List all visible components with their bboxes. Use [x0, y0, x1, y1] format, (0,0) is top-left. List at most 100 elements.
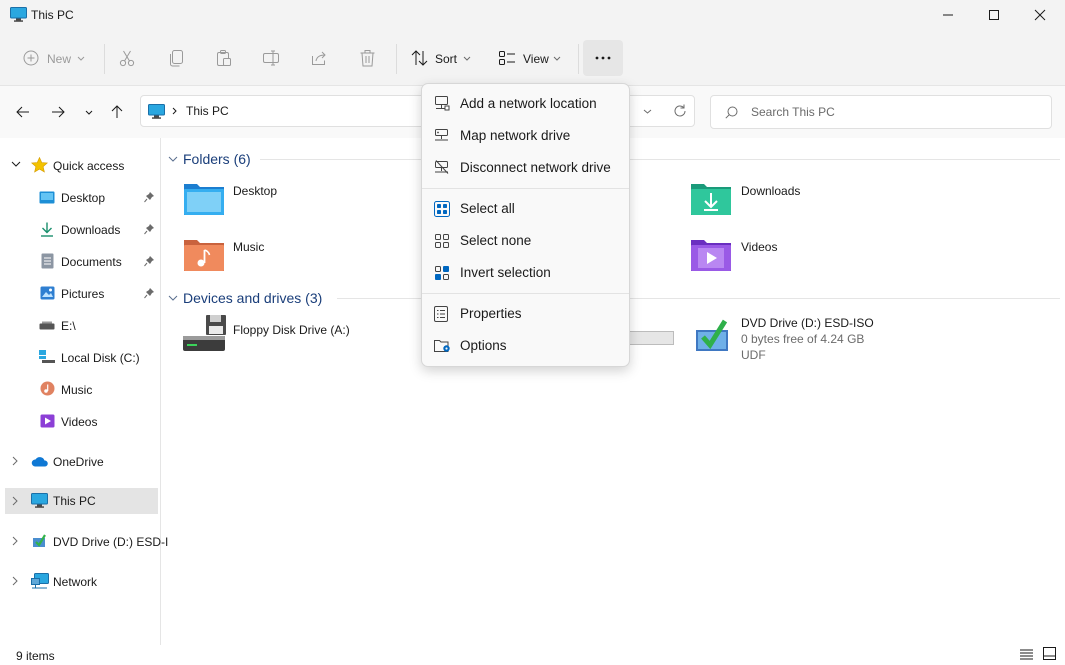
disconnect-network-drive-icon: [434, 160, 450, 175]
delete-button[interactable]: [356, 43, 380, 75]
sidebar-item-videos[interactable]: Videos: [0, 409, 160, 435]
sort-button[interactable]: Sort: [408, 43, 474, 75]
new-button[interactable]: New: [20, 43, 90, 75]
view-button[interactable]: View: [496, 43, 566, 75]
sidebar-item-music[interactable]: Music: [0, 377, 160, 403]
menu-item-options[interactable]: Options: [426, 330, 625, 360]
toolbar-separator: [104, 44, 105, 74]
minimize-button[interactable]: [925, 0, 971, 31]
back-button[interactable]: [12, 101, 34, 123]
details-view-icon[interactable]: [1020, 648, 1033, 660]
menu-item-disconnect-network-drive[interactable]: Disconnect network drive: [426, 152, 625, 182]
menu-item-invert-selection[interactable]: Invert selection: [426, 257, 625, 287]
sidebar-item-documents[interactable]: Documents: [0, 249, 160, 275]
sidebar-item-e-drive[interactable]: E:\: [0, 313, 160, 339]
sidebar-item-label: Desktop: [61, 191, 106, 205]
menu-item-label: Options: [460, 338, 507, 353]
share-button[interactable]: [308, 43, 332, 75]
videos-folder-icon: [690, 236, 732, 272]
menu-item-properties[interactable]: Properties: [426, 298, 625, 328]
chevron-right-icon[interactable]: [12, 576, 18, 586]
rename-button[interactable]: [260, 43, 284, 75]
sort-icon: [411, 50, 428, 66]
toolbar-separator: [578, 44, 579, 74]
cut-button[interactable]: [116, 43, 140, 75]
refresh-icon[interactable]: [673, 104, 687, 118]
folder-tile-downloads[interactable]: Downloads: [688, 180, 918, 220]
drive-label: DVD Drive (D:) ESD-ISO: [741, 316, 874, 330]
drive-tile-dvd[interactable]: DVD Drive (D:) ESD-ISO 0 bytes free of 4…: [688, 314, 928, 364]
drive-file-system: UDF: [741, 348, 766, 362]
search-icon: [725, 106, 738, 119]
toolbar-separator: [396, 44, 397, 74]
this-pc-icon: [31, 493, 48, 508]
chevron-right-icon[interactable]: [12, 536, 18, 546]
more-dots-icon: [595, 56, 611, 60]
desktop-icon: [39, 191, 55, 204]
paste-button[interactable]: [212, 43, 236, 75]
search-input[interactable]: Search This PC: [751, 105, 835, 119]
arrow-right-icon: [51, 106, 65, 118]
menu-item-label: Map network drive: [460, 128, 571, 143]
dvd-drive-icon: [694, 318, 730, 352]
sidebar-item-network[interactable]: Network: [0, 569, 160, 595]
sidebar-item-label: Documents: [61, 255, 122, 269]
sidebar-item-quick-access[interactable]: Quick access: [0, 153, 160, 179]
sidebar-item-label: Quick access: [53, 159, 125, 173]
folder-tile-videos[interactable]: Videos: [688, 236, 918, 276]
folder-tile-music[interactable]: Music: [180, 236, 410, 276]
local-disk-icon: [39, 350, 55, 363]
folder-tile-desktop[interactable]: Desktop: [180, 180, 410, 220]
menu-item-add-network-location[interactable]: Add a network location: [426, 88, 625, 118]
chevron-down-icon[interactable]: [11, 161, 21, 167]
sidebar-item-pictures[interactable]: Pictures: [0, 281, 160, 307]
breadcrumb-this-pc[interactable]: This PC: [186, 104, 229, 118]
drive-label: Floppy Disk Drive (A:): [233, 323, 350, 337]
sidebar-item-dvd-drive[interactable]: DVD Drive (D:) ESD-I: [0, 529, 168, 555]
recent-locations-button[interactable]: [79, 101, 101, 123]
arrow-left-icon: [16, 106, 30, 118]
large-icons-view-icon[interactable]: [1043, 647, 1056, 660]
menu-item-label: Disconnect network drive: [460, 160, 611, 175]
drive-usage-bar: [628, 331, 674, 345]
close-button[interactable]: [1017, 0, 1063, 31]
search-box[interactable]: Search This PC: [710, 95, 1052, 129]
new-label: New: [47, 52, 72, 66]
sidebar-item-onedrive[interactable]: OneDrive: [0, 449, 160, 475]
copy-button[interactable]: [164, 43, 188, 75]
menu-item-map-network-drive[interactable]: Map network drive: [426, 120, 625, 150]
menu-separator: [422, 188, 629, 189]
drive-icon: [39, 321, 55, 330]
network-icon: [31, 573, 49, 589]
folder-label: Downloads: [741, 184, 801, 198]
sidebar-item-label: DVD Drive (D:) ESD-I: [53, 535, 169, 549]
devices-section-header: Devices and drives (3): [183, 290, 323, 306]
sidebar-item-desktop[interactable]: Desktop: [0, 185, 160, 211]
drive-tile-floppy[interactable]: Floppy Disk Drive (A:): [180, 314, 415, 354]
map-network-drive-icon: [434, 128, 450, 143]
chevron-down-icon[interactable]: [643, 109, 652, 114]
sidebar-item-local-disk[interactable]: Local Disk (C:): [0, 345, 160, 371]
chevron-right-icon[interactable]: [12, 496, 18, 506]
see-more-button[interactable]: [583, 40, 623, 76]
status-bar: 9 items: [0, 645, 1065, 665]
menu-item-select-all[interactable]: Select all: [426, 193, 625, 223]
maximize-button[interactable]: [971, 0, 1017, 31]
pin-icon: [144, 287, 155, 299]
folder-label: Videos: [741, 240, 778, 254]
chevron-down-icon: [85, 110, 93, 115]
menu-item-select-none[interactable]: Select none: [426, 225, 625, 255]
select-all-icon: [434, 201, 450, 217]
menu-item-label: Invert selection: [460, 265, 551, 280]
chevron-right-icon[interactable]: [12, 456, 18, 466]
folder-label: Desktop: [233, 184, 278, 198]
up-button[interactable]: [106, 101, 128, 123]
menu-item-label: Properties: [460, 306, 522, 321]
forward-button[interactable]: [47, 101, 69, 123]
properties-icon: [434, 306, 448, 322]
desktop-folder-icon: [183, 180, 225, 216]
sidebar-item-this-pc[interactable]: This PC: [5, 488, 158, 514]
sidebar-item-downloads[interactable]: Downloads: [0, 217, 160, 243]
arrow-up-icon: [111, 105, 123, 119]
chevron-down-icon: [553, 56, 561, 61]
